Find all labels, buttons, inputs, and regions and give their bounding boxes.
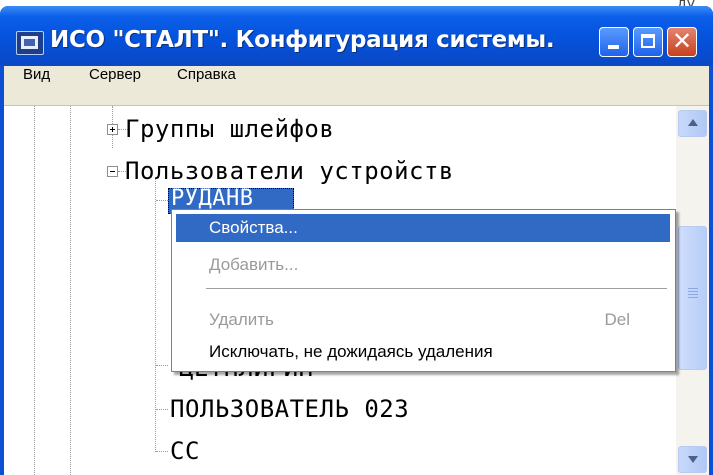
close-icon: ✕ [671,27,693,55]
ctx-item-label: Свойства... [209,218,298,237]
ctx-item-label: Добавить... [209,255,299,274]
grip-line [688,294,698,295]
context-menu: Свойства... Добавить... Удалить Del Искл… [171,209,676,372]
maximize-button[interactable] [633,27,663,57]
tree-line [34,106,35,475]
menu-view[interactable]: Вид [23,66,50,105]
menu-help[interactable]: Справка [177,66,236,105]
ctx-item-add[interactable]: Добавить... [176,251,670,279]
ctx-item-label: Удалить [209,310,274,329]
tree-line [156,365,168,366]
minimize-icon [608,45,619,49]
ctx-item-exclude[interactable]: Исключать, не дожидаясь удаления [176,338,670,366]
menu-server[interactable]: Сервер [89,66,141,105]
ctx-item-shortcut: Del [604,310,630,329]
expand-plus-icon[interactable] [107,124,118,135]
scroll-up-icon [688,119,698,126]
tree-node-device-users[interactable]: Пользователи устройств [125,157,454,185]
ctx-item-delete[interactable]: Удалить Del [176,306,670,334]
ctx-separator [206,288,667,289]
ctx-item-label: Исключать, не дожидаясь удаления [209,342,493,361]
collapse-minus-icon[interactable] [107,166,118,177]
tree-node-loop-groups[interactable]: Группы шлейфов [125,115,334,143]
app-icon[interactable] [16,31,44,55]
scroll-down-icon [688,456,698,463]
scroll-down-button[interactable] [678,446,707,473]
tree-line [156,409,168,410]
scrollbar-thumb[interactable] [678,226,707,370]
grip-line [688,297,698,298]
tree-node-cc[interactable]: СС [170,437,200,465]
minimize-button[interactable] [599,27,629,57]
tree-line [156,451,168,452]
close-button[interactable]: ✕ [667,27,697,57]
scroll-up-button[interactable] [678,110,707,137]
window-title: ИСО "СТАЛТ". Конфигурация системы. [50,27,555,53]
title-bar[interactable]: ИСО "СТАЛТ". Конфигурация системы. ✕ [0,6,713,66]
tree-line [155,178,156,452]
maximize-icon [641,34,655,48]
ctx-item-properties[interactable]: Свойства... [176,214,670,242]
menu-bar: Вид Сервер Справка [4,66,709,106]
tree-node-user-023[interactable]: ПОЛЬЗОВАТЕЛЬ 023 [170,395,409,423]
grip-line [688,291,698,292]
tree-node-selected-label: РУДАНВ [171,186,254,211]
grip-line [688,288,698,289]
tree-line [70,106,71,475]
tree-line [156,200,168,201]
